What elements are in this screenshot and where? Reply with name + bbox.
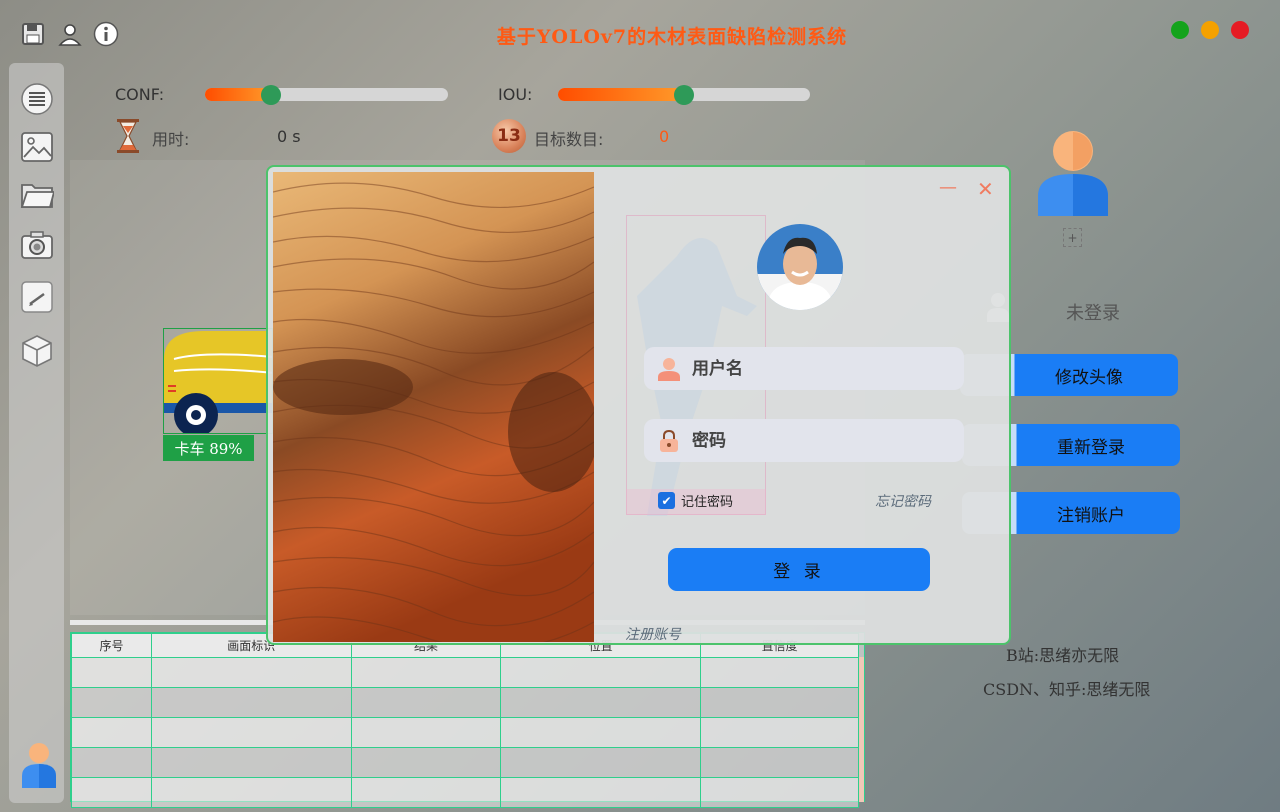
table-cell xyxy=(700,777,859,808)
remember-checkbox[interactable]: ✔ xyxy=(658,492,675,509)
maximize-button[interactable] xyxy=(1171,21,1189,39)
close-button[interactable] xyxy=(1231,21,1249,39)
table-cell xyxy=(500,687,702,718)
detection-label: 卡车 89% xyxy=(163,435,254,461)
table-cell xyxy=(350,747,502,778)
username-icon xyxy=(658,357,680,381)
minimize-button[interactable] xyxy=(1201,21,1219,39)
remember-password[interactable]: ✔ 记住密码 xyxy=(658,491,733,510)
profile-avatar-icon[interactable] xyxy=(1037,130,1109,216)
table-row[interactable] xyxy=(71,717,859,748)
lock-icon xyxy=(660,429,678,452)
conf-label: CONF: xyxy=(115,85,165,104)
hourglass-icon xyxy=(116,118,140,154)
time-label: 用时: xyxy=(152,130,190,149)
target-count-badge: 13 xyxy=(497,126,521,146)
table-cell xyxy=(500,777,702,808)
table-cell xyxy=(71,717,152,748)
table-cell xyxy=(150,777,352,808)
table-cell xyxy=(71,687,152,718)
iou-slider-fill xyxy=(558,88,684,101)
table-cell xyxy=(150,717,352,748)
menu-icon[interactable] xyxy=(20,82,54,116)
login-button[interactable]: 登 录 xyxy=(668,548,930,591)
time-value: 0 s xyxy=(277,127,301,146)
register-link[interactable]: 注册账号 xyxy=(625,624,681,644)
dialog-minimize-button[interactable]: — xyxy=(939,177,957,198)
table-cell xyxy=(500,717,702,748)
table-row[interactable] xyxy=(71,687,859,718)
username-input[interactable] xyxy=(692,358,942,379)
credit-bilibili: B站:思绪亦无限 xyxy=(1006,646,1120,665)
table-cell xyxy=(71,657,152,688)
table-cell xyxy=(150,687,352,718)
table-cell xyxy=(350,657,502,688)
table-cell xyxy=(71,747,152,778)
current-user-avatar-icon[interactable] xyxy=(20,742,58,788)
password-field[interactable] xyxy=(644,419,964,462)
conf-slider-track[interactable] xyxy=(205,88,448,101)
iou-label: IOU: xyxy=(498,85,533,104)
table-cell xyxy=(500,747,702,778)
table-cell xyxy=(500,657,702,688)
table-cell xyxy=(150,747,352,778)
login-dialog: — ✕ ✔ 记住密码 忘记密码 登 录 注册账号 xyxy=(266,165,1011,645)
forgot-password-link[interactable]: 忘记密码 xyxy=(875,491,931,511)
app-title: 基于YOLOv7的木材表面缺陷检测系统 xyxy=(496,26,848,48)
username-field[interactable] xyxy=(644,347,964,390)
credit-csdn: CSDN、知乎:思绪无限 xyxy=(983,680,1151,699)
model-cube-icon[interactable] xyxy=(20,334,54,368)
table-cell xyxy=(700,717,859,748)
target-count-label: 目标数目: xyxy=(534,130,604,149)
login-status: 未登录 xyxy=(1066,303,1120,324)
wood-grain-image xyxy=(273,172,594,642)
table-cell xyxy=(350,687,502,718)
folder-icon[interactable] xyxy=(20,178,54,212)
table-cell xyxy=(700,747,859,778)
remember-label: 记住密码 xyxy=(681,495,734,510)
password-input[interactable] xyxy=(692,430,942,451)
image-icon[interactable] xyxy=(20,130,54,164)
table-cell xyxy=(700,687,859,718)
table-cell xyxy=(700,657,859,688)
camera-icon[interactable] xyxy=(20,228,54,262)
table-row[interactable] xyxy=(71,657,859,688)
login-avatar-photo xyxy=(757,224,843,310)
detection-box xyxy=(163,328,273,434)
results-table[interactable]: 序号 画面标识 结果 位置 置信度 xyxy=(70,632,865,808)
left-toolbar xyxy=(9,63,64,803)
iou-slider-handle[interactable] xyxy=(674,85,694,105)
col-header-index[interactable]: 序号 xyxy=(71,633,152,658)
target-count-value: 0 xyxy=(659,127,670,146)
video-icon[interactable] xyxy=(20,280,54,314)
table-scrollbar[interactable] xyxy=(859,657,864,802)
table-cell xyxy=(350,717,502,748)
conf-slider-handle[interactable] xyxy=(260,85,281,105)
dialog-close-button[interactable]: ✕ xyxy=(977,177,994,201)
add-avatar-button[interactable]: + xyxy=(1063,228,1082,247)
table-cell xyxy=(71,777,152,808)
target-count-icon: 13 xyxy=(492,119,526,153)
table-cell xyxy=(350,777,502,808)
table-row[interactable] xyxy=(71,747,859,778)
table-cell xyxy=(150,657,352,688)
table-row[interactable] xyxy=(71,777,859,808)
